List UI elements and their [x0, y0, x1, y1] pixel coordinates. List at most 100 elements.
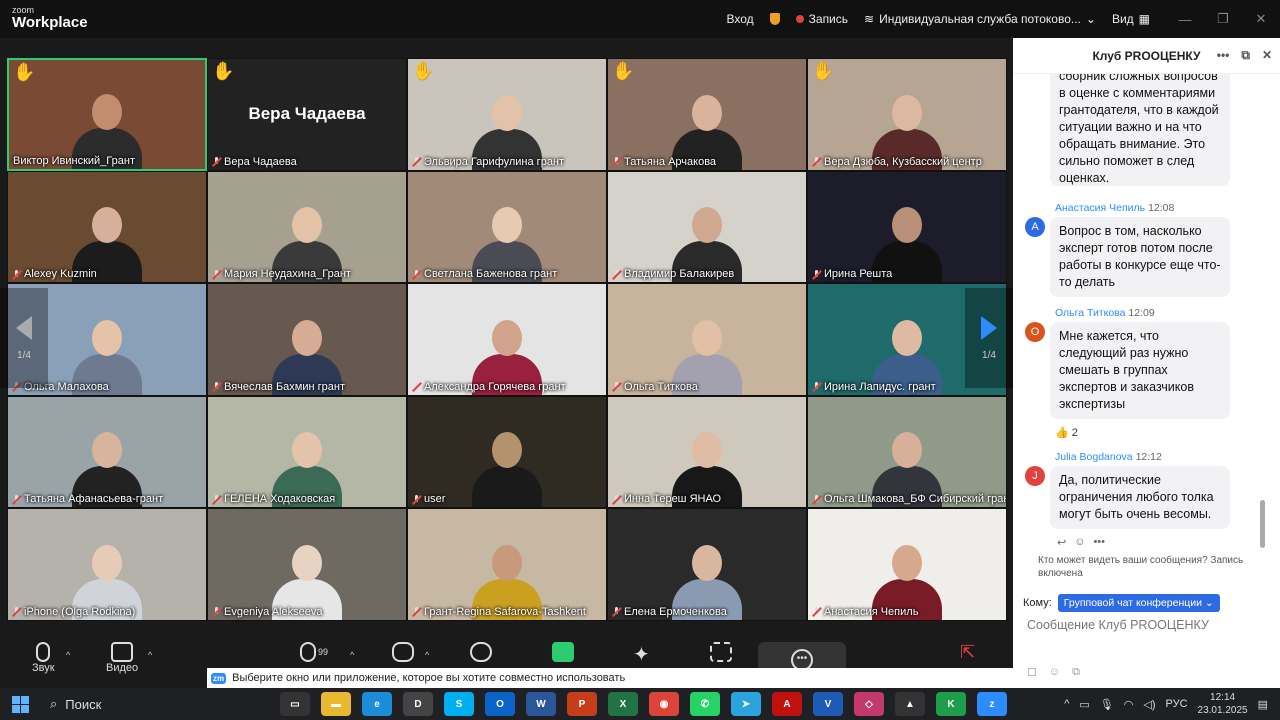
share-picker-bar[interactable]: zm Выберите окно или приложение, которое… — [207, 668, 1120, 688]
chat-button[interactable] — [392, 642, 414, 662]
participant-video — [472, 422, 542, 507]
participant-tile[interactable]: Татьяна Афанасьева-грант — [7, 395, 207, 508]
mic-muted-icon — [412, 494, 421, 504]
participant-tile[interactable]: iPhone (Olga Rodkina) — [7, 508, 207, 621]
close-window-button[interactable]: ✕ — [1242, 11, 1280, 27]
attach-icon[interactable]: ⧉ — [1072, 666, 1080, 679]
recipient-dropdown[interactable]: Групповой чат конференции ⌄ — [1057, 594, 1220, 612]
next-page-button[interactable]: 1/4 — [965, 288, 1013, 388]
reaction-badge[interactable]: 👍 2 — [1055, 426, 1078, 439]
minimize-button[interactable]: — — [1166, 12, 1204, 27]
format-icon[interactable]: ☐ — [1027, 666, 1037, 679]
emoji-icon[interactable]: ☺ — [1049, 666, 1060, 679]
mic-muted-icon — [212, 157, 221, 166]
participant-tile[interactable]: Александра Горячева грант — [407, 283, 607, 396]
audio-options-caret[interactable]: ^ — [66, 650, 70, 660]
chrome-icon[interactable]: ◉ — [649, 692, 679, 716]
heart-icon — [470, 642, 492, 662]
message-input[interactable]: Сообщение Клуб PROОЦЕНКУ — [1027, 618, 1209, 632]
participant-tile[interactable]: Елена Ермоченкова — [607, 508, 807, 621]
participant-tile[interactable]: ✋ Вера Дзюба, Кузбасский центр — [807, 58, 1007, 171]
leave-button[interactable]: ⇱ — [960, 642, 975, 663]
participant-tile[interactable]: user — [407, 395, 607, 508]
telegram-icon[interactable]: ➤ — [731, 692, 761, 716]
participant-tile[interactable]: Evgeniya Alekseeva — [207, 508, 407, 621]
video-button[interactable]: Видео — [106, 642, 138, 674]
participant-tile[interactable]: ✋ Виктор Ивинский_Грант — [7, 58, 207, 171]
participant-tile[interactable]: Мария Неудахина_Грант — [207, 170, 407, 283]
participant-name: Вера Чадаева — [212, 156, 297, 168]
react-button[interactable] — [470, 642, 492, 662]
close-icon[interactable]: ✕ — [1262, 48, 1272, 63]
more-dots-icon[interactable]: ••• — [1093, 536, 1105, 549]
zoom-taskbar-icon[interactable]: z — [977, 692, 1007, 716]
participant-tile[interactable]: Вячеслав Бахмин грант — [207, 283, 407, 396]
edge-icon[interactable]: e — [362, 692, 392, 716]
app-icon[interactable]: K — [936, 692, 966, 716]
participants-options-caret[interactable]: ^ — [350, 650, 354, 660]
chevron-up-icon[interactable]: ^ — [1064, 698, 1069, 710]
share-button[interactable] — [552, 642, 574, 662]
leave-icon: ⇱ — [960, 642, 976, 662]
record-indicator[interactable]: Запись — [795, 12, 848, 26]
app-icon[interactable]: ◇ — [854, 692, 884, 716]
notifications-icon[interactable]: ▤ — [1258, 698, 1268, 711]
emoji-icon[interactable]: ☺ — [1074, 536, 1085, 549]
whatsapp-icon[interactable]: ✆ — [690, 692, 720, 716]
volume-icon[interactable]: ◁) — [1143, 698, 1155, 711]
reply-icon[interactable]: ↩ — [1057, 536, 1066, 549]
popout-icon[interactable]: ⧉ — [1241, 48, 1250, 63]
start-button[interactable] — [0, 695, 40, 713]
acrobat-icon[interactable]: A — [772, 692, 802, 716]
participant-tile[interactable]: ✋ Татьяна Арчакова — [607, 58, 807, 171]
view-button[interactable]: Вид ▦ — [1112, 12, 1150, 26]
title-bar: zoom Workplace Вход Запись ≋ Индивидуальн… — [0, 0, 1280, 38]
task-view-icon[interactable]: ▭ — [280, 692, 310, 716]
prev-page-button[interactable]: 1/4 — [0, 288, 48, 388]
security-shield-icon[interactable] — [769, 13, 780, 25]
participant-tile[interactable]: Ольга Титкова — [607, 283, 807, 396]
dell-icon[interactable]: D — [403, 692, 433, 716]
battery-icon[interactable]: ▭ — [1079, 698, 1089, 711]
participant-tile[interactable]: Ирина Решта — [807, 170, 1007, 283]
participant-tile[interactable]: ✋ Эльвира Гарифулина грант — [407, 58, 607, 171]
clock[interactable]: 12:14 23.01.2025 — [1198, 691, 1248, 717]
participants-button[interactable]: 99 — [300, 642, 328, 662]
apps-button[interactable] — [710, 642, 732, 662]
file-explorer-icon[interactable]: ▬ — [321, 692, 351, 716]
mic-icon[interactable]: 🎙 — [1100, 698, 1114, 711]
excel-icon[interactable]: X — [608, 692, 638, 716]
participant-tile[interactable]: Грант-Regina Safarova-Tashkent — [407, 508, 607, 621]
teams-icon[interactable]: V — [813, 692, 843, 716]
participant-tile[interactable]: Светлана Баженова грант — [407, 170, 607, 283]
more-options-icon[interactable]: ••• — [1217, 48, 1230, 63]
mic-muted-icon — [412, 269, 421, 279]
participant-tile[interactable]: Инна Тереш ЯНАО — [607, 395, 807, 508]
participant-tile[interactable]: Владимир Балакирев — [607, 170, 807, 283]
audio-button[interactable]: Звук — [32, 642, 55, 674]
outlook-icon[interactable]: O — [485, 692, 515, 716]
participant-name: user — [412, 493, 445, 505]
participant-tile[interactable]: ГЕЛЕНА Ходаковская — [207, 395, 407, 508]
signin-button[interactable]: Вход — [726, 12, 753, 26]
stream-dropdown[interactable]: ≋ Индивидуальная служба потоково... ⌄ — [864, 12, 1096, 26]
powerpoint-icon[interactable]: P — [567, 692, 597, 716]
message-bubble: сборник сложных вопросов в оценке с комм… — [1050, 74, 1230, 186]
chat-scrollbar[interactable] — [1260, 90, 1265, 548]
participant-tile[interactable]: Ольга Шмакова_БФ Сибирский грант — [807, 395, 1007, 508]
word-icon[interactable]: W — [526, 692, 556, 716]
chat-options-caret[interactable]: ^ — [425, 650, 429, 660]
privacy-notice[interactable]: Кто может видеть ваши сообщения? Запись … — [1038, 554, 1278, 580]
skype-icon[interactable]: S — [444, 692, 474, 716]
taskbar-search[interactable]: ⌕ Поиск — [40, 688, 220, 720]
app-icon[interactable]: ▲ — [895, 692, 925, 716]
ai-companion-button[interactable]: ✦ — [633, 642, 650, 667]
participant-tile[interactable]: Анастасия Чепиль — [807, 508, 1007, 621]
wifi-icon[interactable]: ◠ — [1124, 698, 1134, 711]
participant-tile[interactable]: Вера Чадаева ✋ Вера Чадаева — [207, 58, 407, 171]
video-options-caret[interactable]: ^ — [148, 650, 152, 660]
language-indicator[interactable]: РУС — [1166, 698, 1188, 710]
participant-tile[interactable]: Alexey Kuzmin — [7, 170, 207, 283]
maximize-button[interactable]: ❐ — [1204, 11, 1242, 27]
raised-hand-icon: ✋ — [13, 62, 36, 82]
